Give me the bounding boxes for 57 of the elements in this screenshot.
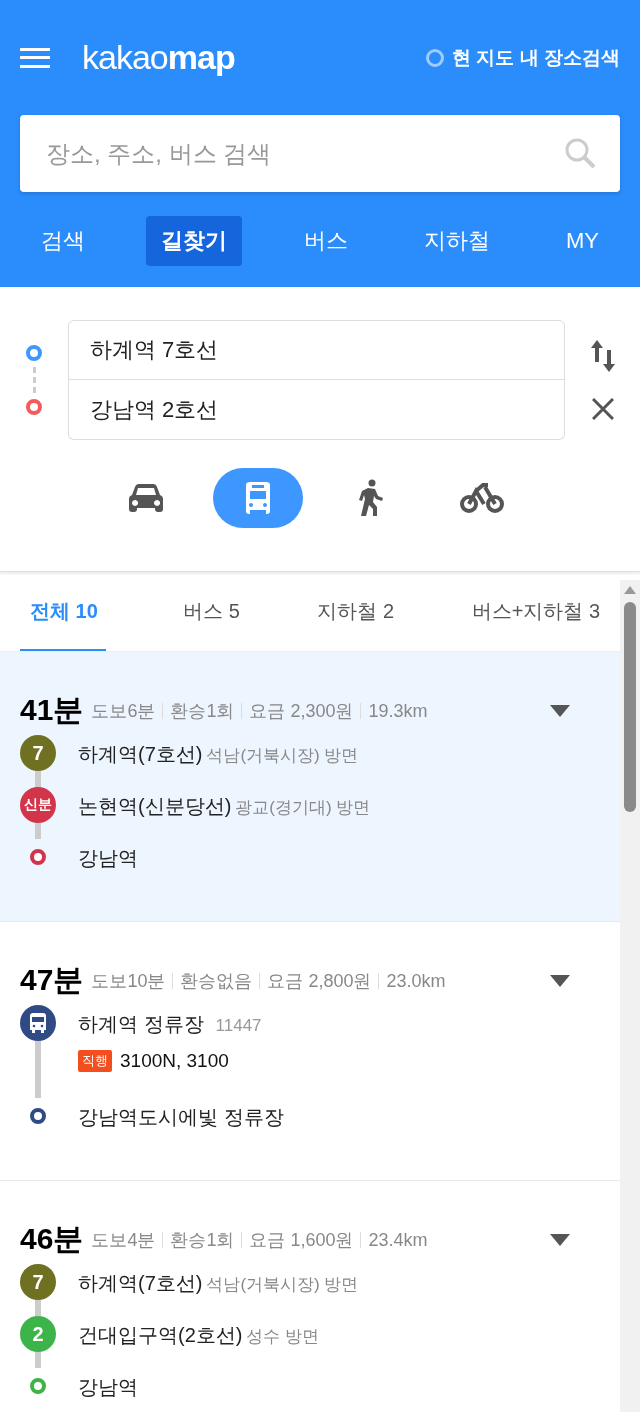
nav-tab[interactable]: 길찾기 [146, 216, 243, 266]
route-detail: 환승1회 [162, 1231, 242, 1248]
route-detail: 도보10분 [91, 972, 167, 989]
route-detail: 요금 2,300원 [241, 702, 361, 719]
stop-name: 하계역(7호선) [78, 743, 203, 765]
stop-name: 하계역 정류장 [78, 1013, 204, 1035]
scrollbar-thumb[interactable] [624, 602, 636, 812]
line-badge: 7 [20, 1264, 56, 1300]
swap-icon[interactable] [590, 340, 615, 372]
result-tab[interactable]: 버스+지하철 3 [471, 580, 600, 651]
caret-icon[interactable] [550, 1233, 570, 1246]
direction-text: 성수 방면 [246, 1327, 320, 1346]
route-detail: 19.3km [360, 702, 435, 719]
bus-numbers: 3100N, 3100 [120, 1050, 229, 1072]
route-card[interactable]: 41분 도보6분 환승1회 요금 2,300원 19.3km 7 하계역(7호선) 석남(거북시장) 방면 신분 논현역(신분당선) 광교(경기대) 방면 강남역 [0, 652, 620, 922]
stop-name: 강남역 [78, 1376, 138, 1398]
line-badge: 7 [20, 735, 56, 771]
caret-icon[interactable] [550, 704, 570, 717]
express-tag: 직행 [78, 1050, 112, 1072]
search-field[interactable]: 장소, 주소, 버스 검색 [20, 115, 620, 192]
bicycle-icon [459, 482, 505, 514]
logo: kakaomap [82, 38, 235, 77]
route-detail: 요금 1,600원 [241, 1231, 361, 1248]
route-detail: 환승1회 [162, 702, 242, 719]
stop-name: 하계역(7호선) [78, 1272, 203, 1294]
route-detail: 23.0km [378, 972, 453, 989]
travel-time: 46분 [20, 1221, 84, 1257]
direction-text: 석남(거북시장) 방면 [206, 1275, 359, 1294]
route-card[interactable]: 47분 도보10분 환승없음 요금 2,800원 23.0km 하계역 정류장 11447 직행 3100N, 3100 강남역도시에빛 정류장 [0, 922, 620, 1181]
route-detail: 요금 2,800원 [259, 972, 379, 989]
result-tab[interactable]: 버스 5 [183, 580, 240, 651]
line-badge: 2 [20, 1316, 56, 1352]
result-tab[interactable]: 지하철 2 [317, 580, 395, 651]
route-detail: 도보6분 [91, 702, 157, 719]
route-detail: 환승없음 [172, 972, 260, 989]
travel-time: 47분 [20, 962, 84, 998]
walking-person-icon [356, 479, 384, 517]
close-icon[interactable] [591, 398, 614, 420]
origin-field[interactable]: 하계역 7호선 [68, 320, 565, 380]
stop-name: 강남역 [78, 847, 138, 869]
direction-text: 석남(거북시장) 방면 [206, 746, 359, 765]
route-detail: 23.4km [360, 1231, 435, 1248]
destination-dot [26, 399, 42, 415]
caret-icon[interactable] [550, 974, 570, 987]
stop-name: 논현역(신분당선) [78, 795, 232, 817]
stop-name: 건대입구역(2호선) [78, 1324, 243, 1346]
stop-code: 11447 [215, 1016, 262, 1035]
direction-text: 광교(경기대) 방면 [235, 798, 371, 817]
car-icon [128, 483, 164, 513]
route-detail: 도보4분 [91, 1231, 157, 1248]
route-card[interactable]: 46분 도보4분 환승1회 요금 1,600원 23.4km 7 하계역(7호선) 석남(거북시장) 방면 2 건대입구역(2호선) 성수 방면 강남역 [0, 1181, 620, 1412]
line-badge: 신분 [20, 787, 56, 823]
travel-time: 41분 [20, 692, 84, 728]
origin-dot [26, 345, 42, 361]
scrollbar[interactable] [620, 580, 640, 1412]
destination-field[interactable]: 강남역 2호선 [68, 380, 565, 440]
stop-name: 강남역도시에빛 정류장 [78, 1106, 284, 1128]
